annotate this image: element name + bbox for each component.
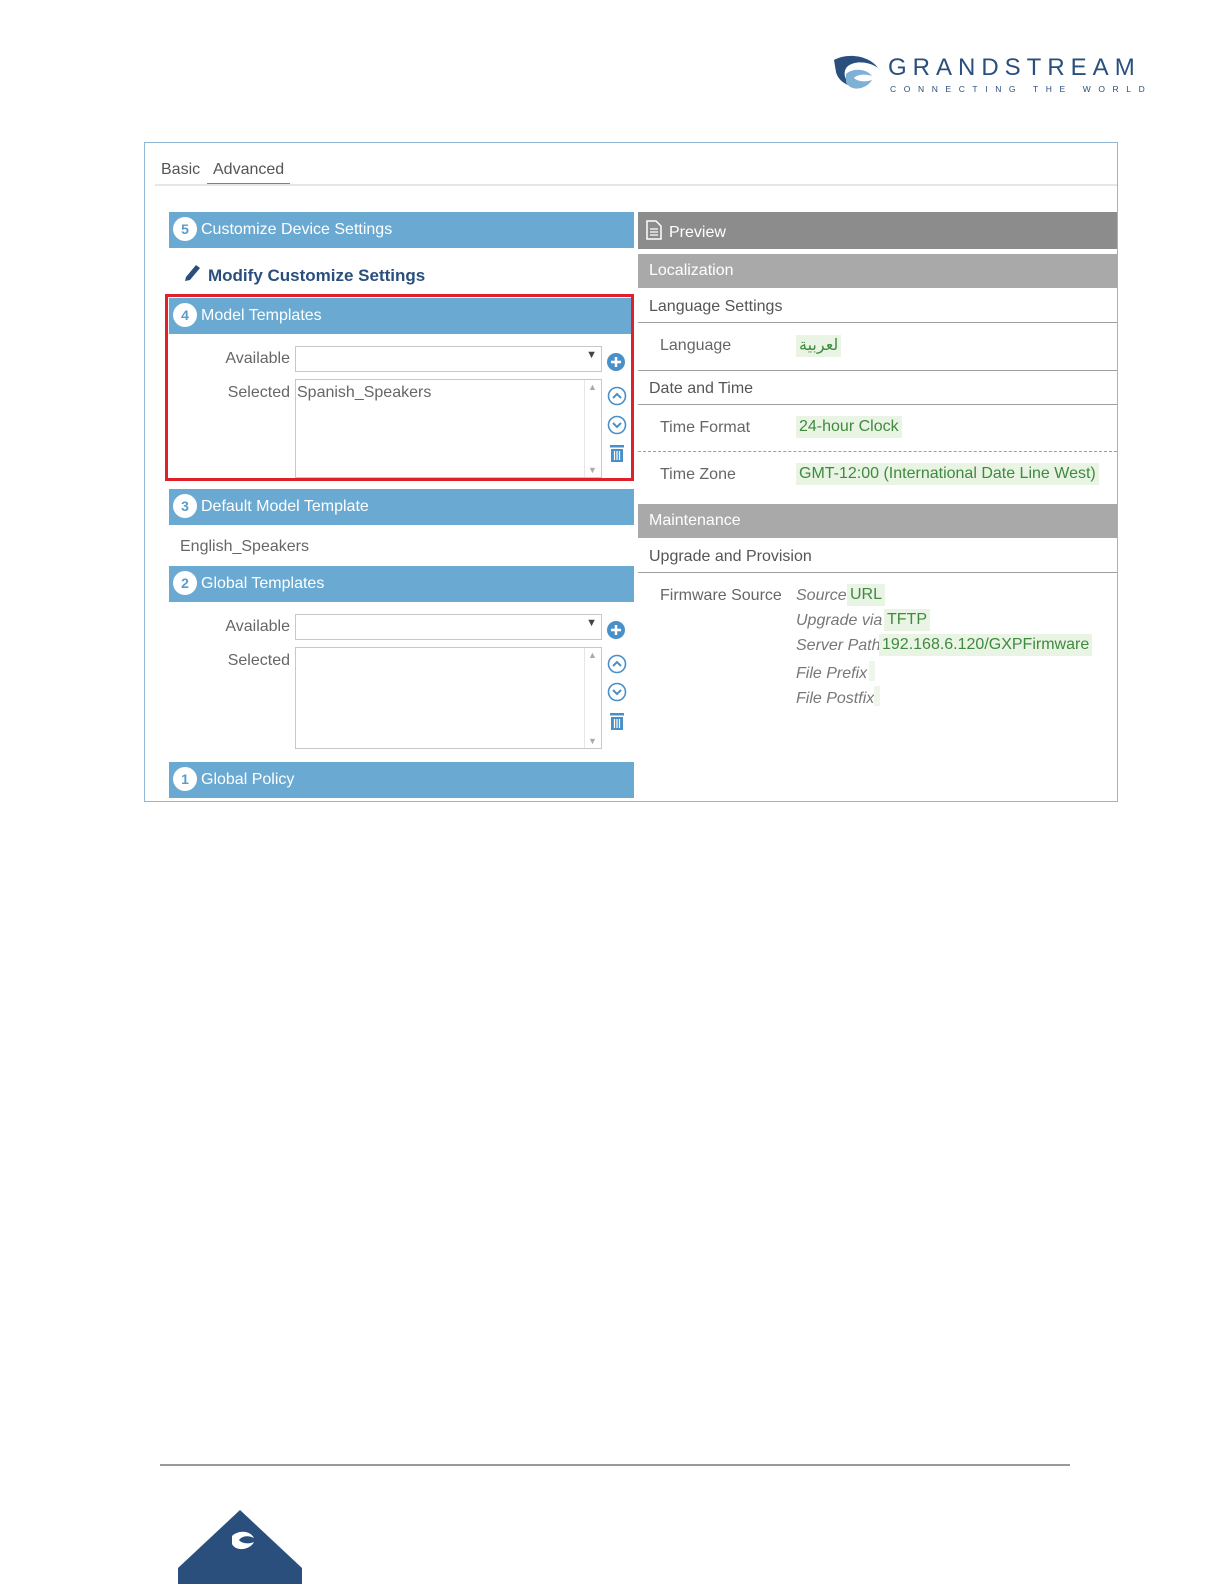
tab-basic[interactable]: Basic bbox=[155, 157, 206, 183]
server-path-value: 192.168.6.120/GXPFirmware bbox=[879, 634, 1093, 656]
divider bbox=[638, 370, 1117, 371]
step-number: 1 bbox=[173, 767, 197, 791]
move-up-icon[interactable] bbox=[607, 654, 627, 674]
time-zone-label: Time Zone bbox=[660, 466, 736, 483]
global-selected-listbox[interactable]: ▲ ▼ bbox=[295, 647, 602, 749]
firmware-source-label: Firmware Source bbox=[660, 587, 782, 604]
time-zone-value: GMT-12:00 (International Date Line West) bbox=[796, 463, 1099, 485]
trash-icon[interactable] bbox=[607, 711, 627, 731]
footer-logo-icon bbox=[178, 1510, 302, 1584]
section-global-templates[interactable]: 2 Global Templates bbox=[169, 566, 634, 602]
date-time-heading: Date and Time bbox=[649, 380, 754, 397]
dashed-divider bbox=[638, 451, 1117, 452]
scroll-up-icon: ▲ bbox=[588, 650, 597, 660]
document-icon bbox=[646, 220, 662, 240]
default-model-template-value: English_Speakers bbox=[180, 538, 309, 555]
upgrade-provision-heading: Upgrade and Provision bbox=[649, 548, 812, 565]
section-global-policy[interactable]: 1 Global Policy bbox=[169, 762, 634, 798]
language-settings-heading: Language Settings bbox=[649, 298, 783, 315]
file-postfix-label: File Postfix bbox=[796, 690, 875, 707]
source-value: URL bbox=[847, 584, 886, 606]
footer-divider bbox=[160, 1464, 1070, 1466]
upgrade-via-label: Upgrade via bbox=[796, 612, 883, 629]
modify-link-label: Modify Customize Settings bbox=[208, 266, 426, 285]
divider bbox=[638, 404, 1117, 405]
tab-advanced[interactable]: Advanced bbox=[207, 157, 291, 185]
section-title: Default Model Template bbox=[201, 498, 369, 515]
brand-tagline: CONNECTING THE WORLD bbox=[890, 84, 1153, 94]
server-path-label: Server Path bbox=[796, 637, 881, 654]
scrollbar[interactable]: ▲ ▼ bbox=[584, 648, 601, 748]
section-title: Global Policy bbox=[201, 771, 295, 788]
move-down-icon[interactable] bbox=[607, 682, 627, 702]
dropdown-arrow-icon: ▼ bbox=[586, 617, 597, 629]
highlight-model-templates bbox=[165, 294, 634, 481]
step-number: 2 bbox=[173, 571, 197, 595]
file-prefix-label: File Prefix bbox=[796, 665, 868, 682]
upgrade-via-value: TFTP bbox=[884, 609, 930, 631]
step-number: 5 bbox=[173, 217, 197, 241]
divider bbox=[638, 572, 1117, 573]
section-default-model-template[interactable]: 3 Default Model Template bbox=[169, 489, 634, 525]
selected-label: Selected bbox=[227, 652, 290, 669]
source-label: Source bbox=[796, 587, 847, 604]
preview-header: Preview bbox=[638, 212, 1117, 249]
section-customize-device-settings[interactable]: 5 Customize Device Settings bbox=[169, 212, 634, 248]
global-available-select[interactable]: ▼ bbox=[295, 614, 602, 640]
file-postfix-value bbox=[874, 686, 880, 706]
time-format-label: Time Format bbox=[660, 419, 751, 436]
step-number: 3 bbox=[173, 494, 197, 518]
section-maintenance: Maintenance bbox=[638, 504, 1117, 538]
tab-divider bbox=[155, 184, 1117, 186]
preview-title: Preview bbox=[669, 224, 726, 241]
divider bbox=[638, 322, 1117, 323]
grandstream-logo: GRANDSTREAM CONNECTING THE WORLD bbox=[832, 50, 1162, 100]
section-title: Global Templates bbox=[201, 575, 325, 592]
section-localization: Localization bbox=[638, 254, 1117, 288]
section-title: Customize Device Settings bbox=[201, 221, 393, 238]
language-label: Language bbox=[660, 337, 732, 354]
file-prefix-value bbox=[869, 661, 875, 681]
brand-name: GRANDSTREAM bbox=[888, 54, 1141, 81]
language-value: لعربية bbox=[796, 335, 842, 357]
time-format-value: 24-hour Clock bbox=[796, 416, 902, 438]
pencil-icon bbox=[185, 265, 200, 281]
grandstream-logo-mark-icon bbox=[834, 55, 878, 89]
scroll-down-icon: ▼ bbox=[588, 736, 597, 746]
available-label: Available bbox=[225, 618, 290, 635]
add-circle-icon[interactable] bbox=[606, 620, 626, 640]
